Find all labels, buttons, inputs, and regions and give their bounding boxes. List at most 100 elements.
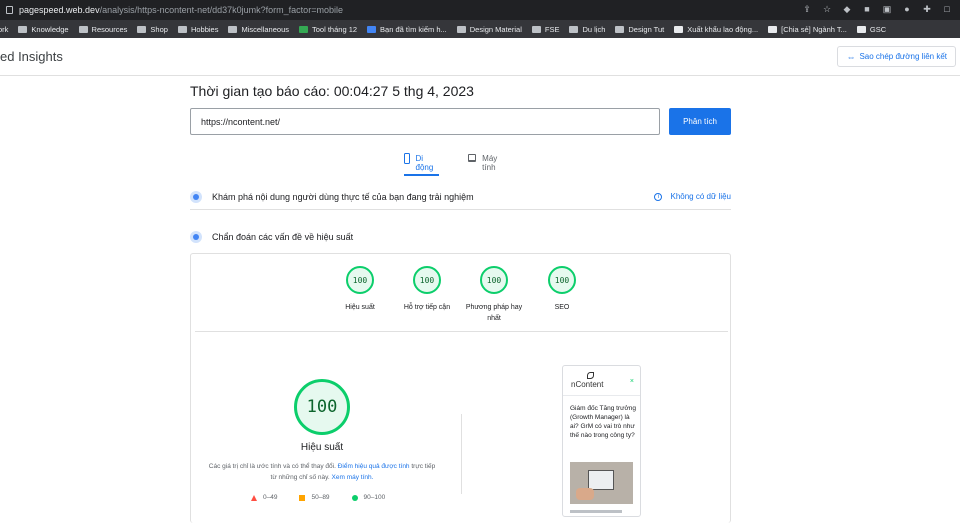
favicon-icon: [856, 25, 866, 33]
score-ring: 100: [480, 266, 508, 294]
bookmark-item[interactable]: Xuất khẩu lao động...: [674, 25, 758, 34]
divider: [563, 395, 640, 396]
favicon-icon: [768, 25, 778, 33]
lighthouse-report-card: 100 Hiệu suất 100 Hỗ trợ tiếp cận 100 Ph…: [190, 253, 731, 523]
bookmark-item[interactable]: Bạn đã tìm kiếm h...: [367, 25, 447, 34]
performance-score-gauge: 100: [294, 379, 350, 435]
share-icon[interactable]: ⇪: [802, 4, 812, 14]
star-icon[interactable]: ☆: [822, 4, 832, 14]
score-ring: 100: [346, 266, 374, 294]
lighthouse-icon: [190, 231, 202, 243]
gauge-label: SEO: [554, 304, 570, 311]
vertical-divider: [461, 414, 462, 494]
folder-icon: [456, 25, 466, 33]
folder-icon: [18, 25, 28, 33]
link-icon: ⇔: [846, 51, 856, 62]
extension-icon[interactable]: ●: [902, 4, 912, 14]
users-icon: [190, 190, 202, 203]
phone-icon: [404, 153, 410, 164]
lock-icon: [6, 6, 13, 14]
close-icon: ×: [629, 378, 634, 385]
brand-name: nContent: [571, 380, 604, 389]
bookmark-item[interactable]: Tool tháng 12: [299, 25, 357, 34]
divider: [195, 331, 728, 332]
gauge-seo[interactable]: 100 SEO: [527, 266, 597, 313]
info-icon: i: [654, 192, 663, 201]
favicon-icon: [674, 25, 684, 33]
legend-average: 50–89: [299, 494, 330, 501]
extension-icon[interactable]: ◆: [842, 4, 852, 14]
menu-icon[interactable]: □: [942, 4, 952, 14]
calculator-link[interactable]: Xem máy tính.: [332, 474, 374, 481]
tab-mobile-label: Di động: [415, 154, 434, 172]
performance-label: Hiệu suất: [300, 442, 344, 453]
article-headline: Giám đốc Tăng trưởng (Growth Manager) là…: [570, 405, 636, 439]
analyze-button[interactable]: Phân tích: [669, 108, 731, 135]
note-text: Các giá trị chỉ là ước tính và có thể th…: [208, 463, 336, 470]
legend-fail: 0–49: [251, 494, 277, 501]
bookmark-item[interactable]: [Chia sẻ] Ngành T...: [768, 25, 847, 34]
score-calc-link[interactable]: Điểm hiệu quả được tính: [338, 463, 410, 470]
triangle-icon: [251, 494, 257, 501]
folder-icon: [531, 25, 541, 33]
tab-desktop-label: Máy tính: [482, 154, 498, 172]
laptop-icon: [468, 154, 477, 162]
folder-icon: [615, 25, 625, 33]
bookmarks-bar: ork Knowledge Resources Shop Hobbies Mis…: [0, 20, 960, 38]
gauge-performance[interactable]: 100 Hiệu suất: [325, 266, 395, 313]
puzzle-icon[interactable]: ✚: [922, 4, 932, 14]
circle-icon: [351, 494, 358, 501]
performance-note: Các giá trị chỉ là ước tính và có thể th…: [205, 461, 439, 483]
no-data-link[interactable]: i Không có dữ liệu: [654, 192, 731, 201]
folder-icon: [569, 25, 579, 33]
bookmark-item[interactable]: Design Tut: [615, 25, 664, 34]
tab-mobile[interactable]: Di động: [404, 150, 439, 176]
sheets-icon: [299, 25, 308, 33]
diagnose-section: Chẩn đoán các vấn đề về hiệu suất: [190, 229, 731, 245]
gauge-accessibility[interactable]: 100 Hỗ trợ tiếp cận: [392, 266, 462, 313]
folder-icon: [228, 25, 238, 33]
favicon-icon: [367, 25, 377, 33]
url-input[interactable]: https://ncontent.net/: [190, 108, 660, 135]
bookmark-item[interactable]: ork: [0, 25, 8, 34]
browser-address-bar[interactable]: pagespeed.web.dev/analysis/https-nconten…: [0, 0, 960, 20]
url-host: pagespeed.web.dev: [19, 5, 100, 15]
folder-icon: [137, 25, 147, 33]
score-legend: 0–49 50–89 90–100: [251, 494, 407, 501]
gauge-best-practices[interactable]: 100 Phương pháp hay nhất: [459, 266, 529, 324]
page-title: ed Insights: [0, 49, 63, 64]
score-ring: 100: [548, 266, 576, 294]
bookmark-item[interactable]: Knowledge: [18, 25, 69, 34]
bookmark-item[interactable]: Design Material: [456, 25, 522, 34]
field-data-section[interactable]: Khám phá nội dung người dùng thực tế của…: [190, 186, 731, 210]
bookmark-item[interactable]: Resources: [78, 25, 127, 34]
tab-desktop[interactable]: Máy tính: [468, 150, 501, 176]
copy-link-button[interactable]: ⇔ Sao chép đường liên kết: [837, 46, 956, 67]
article-image: [570, 462, 633, 504]
gauge-label: Hiệu suất: [345, 304, 375, 311]
legend-pass: 90–100: [351, 494, 385, 501]
field-data-label: Khám phá nội dung người dùng thực tế của…: [212, 191, 474, 202]
bookmark-item[interactable]: Hobbies: [177, 25, 218, 34]
page-header: ed Insights ⇔ Sao chép đường liên kết: [0, 38, 960, 76]
report-time: Thời gian tạo báo cáo: 00:04:27 5 thg 4,…: [190, 83, 474, 99]
diagnose-label: Chẩn đoán các vấn đề về hiệu suất: [212, 232, 354, 242]
browser-toolbar-icons: ⇪ ☆ ◆ ■ ▣ ● ✚ □: [802, 4, 952, 14]
extension-icon[interactable]: ▣: [882, 4, 892, 14]
url-path: /analysis/https-ncontent-net/dd37k0jumk?…: [99, 5, 343, 15]
extension-icon[interactable]: ■: [862, 4, 872, 14]
copy-link-label: Sao chép đường liên kết: [859, 52, 947, 61]
bookmark-item[interactable]: Du lịch: [569, 25, 605, 34]
text-line: [570, 510, 622, 513]
bookmark-item[interactable]: GSC: [856, 25, 886, 34]
page-screenshot-thumbnail: nContent × Giám đốc Tăng trưởng (Growth …: [562, 365, 641, 517]
bookmark-item[interactable]: Miscellaneous: [228, 25, 289, 34]
no-data-label: Không có dữ liệu: [670, 192, 731, 201]
gauge-label: Phương pháp hay nhất: [465, 304, 523, 322]
score-ring: 100: [413, 266, 441, 294]
folder-icon: [177, 25, 187, 33]
brand-logo-icon: [587, 372, 594, 379]
folder-icon: [78, 25, 88, 33]
bookmark-item[interactable]: FSE: [531, 25, 559, 34]
bookmark-item[interactable]: Shop: [137, 25, 168, 34]
